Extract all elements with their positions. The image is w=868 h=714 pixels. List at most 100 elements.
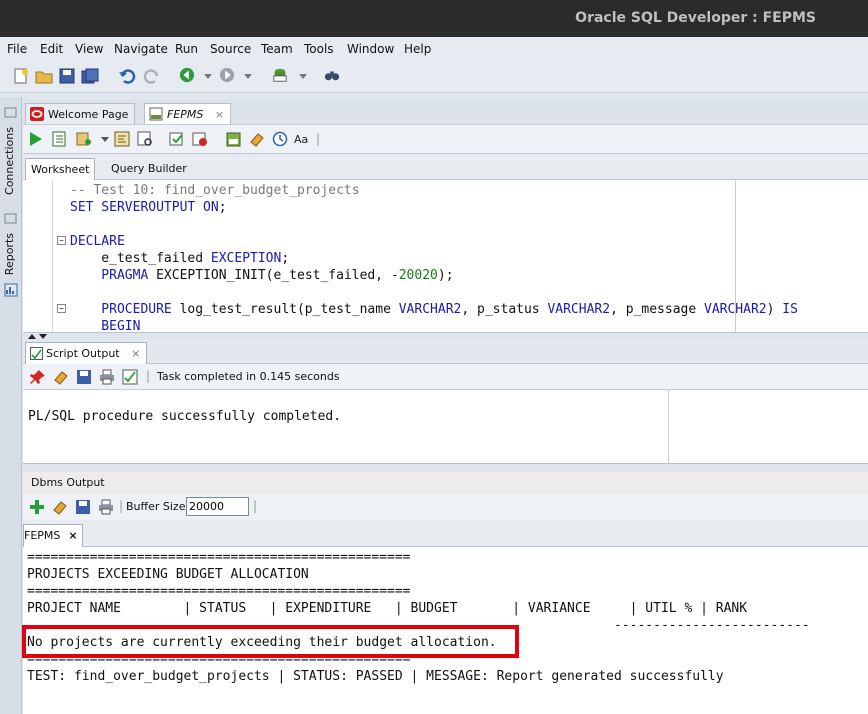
save-icon[interactable] <box>74 499 92 515</box>
print-icon[interactable] <box>98 369 116 385</box>
code-line-6: PRAGMA EXCEPTION_INIT(e_test_failed, -20… <box>70 268 454 283</box>
worksheet-toolbar: Aa | <box>23 124 868 154</box>
menu-tools[interactable]: Tools <box>304 42 334 56</box>
code-line-4: DECLARE <box>70 234 125 249</box>
restore-panel-icon[interactable] <box>4 213 17 224</box>
close-tab-icon[interactable]: × <box>68 529 77 542</box>
code-line-5: e_test_failed EXCEPTION; <box>70 251 290 266</box>
tab-label: FEPMS <box>167 108 204 121</box>
close-tab-icon[interactable]: × <box>215 108 224 121</box>
binoculars-icon[interactable] <box>323 67 341 83</box>
editor-gutter <box>23 180 53 332</box>
undo-icon[interactable] <box>118 68 136 84</box>
clock-history-icon[interactable] <box>271 131 289 147</box>
clear-eraser-icon[interactable] <box>51 499 69 515</box>
code-line-1: -- Test 10: find_over_budget_projects <box>70 183 360 198</box>
script-output-toolbar: | Task completed in 0.145 seconds <box>23 364 868 390</box>
save-all-icon[interactable] <box>81 68 99 84</box>
back-dropdown-icon[interactable] <box>199 68 217 84</box>
tab-label: FEPMS <box>24 529 61 542</box>
sql-dropdown-icon[interactable] <box>294 68 312 84</box>
new-file-icon[interactable] <box>12 68 30 84</box>
dbms-output-toolbar: | Buffer Size: | <box>23 494 868 520</box>
window-title: Oracle SQL Developer : FEPMS <box>575 10 816 26</box>
sql-editor[interactable]: -- Test 10: find_over_budget_projects SE… <box>23 180 868 332</box>
sql-worksheet-icon <box>149 107 163 121</box>
output-heading-line: PROJECTS EXCEEDING BUDGET ALLOCATION <box>27 567 309 582</box>
add-connection-icon[interactable] <box>28 499 46 515</box>
output-result-line: TEST: find_over_budget_projects | STATUS… <box>27 669 724 684</box>
reports-tab[interactable]: Reports <box>3 233 16 275</box>
script-output-area[interactable]: PL/SQL procedure successfully completed. <box>23 390 868 464</box>
autotrace-icon[interactable] <box>75 131 93 147</box>
fold-toggle-icon[interactable] <box>57 236 66 245</box>
explain-plan-icon[interactable] <box>113 131 131 147</box>
forward-icon[interactable] <box>218 67 236 83</box>
reports-icon[interactable] <box>3 282 19 298</box>
run-statement-icon[interactable] <box>27 131 45 147</box>
tab-query-builder[interactable]: Query Builder <box>106 158 192 180</box>
code-line-8: PROCEDURE log_test_result(p_test_name VA… <box>70 302 798 317</box>
sql-tuning-icon[interactable] <box>136 131 154 147</box>
menu-team[interactable]: Team <box>261 42 293 56</box>
script-output-icon[interactable] <box>121 369 139 385</box>
sql-worksheet-icon[interactable] <box>271 67 289 83</box>
left-side-panel: Connections Reports <box>0 97 22 714</box>
format-case-icon[interactable]: Aa <box>294 131 312 147</box>
menu-edit[interactable]: Edit <box>40 42 63 56</box>
restore-panel-icon[interactable] <box>4 107 17 118</box>
run-script-icon[interactable] <box>50 131 68 147</box>
menu-source[interactable]: Source <box>210 42 251 56</box>
editor-output-splitter[interactable] <box>23 332 868 340</box>
buffer-size-label: Buffer Size: <box>126 500 190 513</box>
code-line-2: SET SERVEROUTPUT ON; <box>70 200 227 215</box>
right-margin-line <box>668 390 669 464</box>
tab-worksheet[interactable]: Worksheet <box>25 158 96 180</box>
oracle-logo-icon <box>30 107 44 121</box>
connections-tab[interactable]: Connections <box>3 127 16 195</box>
menu-window[interactable]: Window <box>347 42 394 56</box>
menu-run[interactable]: Run <box>175 42 198 56</box>
print-icon[interactable] <box>97 499 115 515</box>
back-icon[interactable] <box>178 67 196 83</box>
task-status-text: Task completed in 0.145 seconds <box>157 370 340 383</box>
output-rule-line: ========================================… <box>27 584 411 599</box>
menu-file[interactable]: File <box>7 42 27 56</box>
script-output-icon <box>30 347 43 360</box>
sql-history-icon[interactable] <box>225 131 243 147</box>
splitter-arrows-icon[interactable] <box>27 333 49 340</box>
dbms-output-tab-bar: FEPMS × <box>23 520 868 547</box>
toolbar-separator: | <box>146 369 151 383</box>
forward-dropdown-icon[interactable] <box>239 68 257 84</box>
svg-text:Aa: Aa <box>294 133 308 146</box>
close-tab-icon[interactable]: × <box>131 347 140 360</box>
output-rule-line: ========================================… <box>27 550 411 565</box>
dropdown-icon[interactable] <box>96 131 114 147</box>
script-output-tab-bar: Script Output × <box>23 340 868 364</box>
dbms-output-header: Dbms Output <box>23 472 868 494</box>
open-folder-icon[interactable] <box>35 68 53 84</box>
toolbar-separator: | <box>316 132 321 146</box>
tab-dbms-fepms[interactable]: FEPMS × <box>23 524 83 547</box>
commit-icon[interactable] <box>168 131 186 147</box>
document-tab-bar: Welcome Page FEPMS × <box>23 100 868 125</box>
tab-welcome-page[interactable]: Welcome Page <box>25 103 136 125</box>
menu-navigate[interactable]: Navigate <box>114 42 168 56</box>
menu-help[interactable]: Help <box>404 42 431 56</box>
toolbar-separator: | <box>119 499 124 513</box>
redo-icon <box>143 69 159 84</box>
menu-view[interactable]: View <box>75 42 103 56</box>
buffer-size-input[interactable] <box>186 497 249 516</box>
tab-label: Welcome Page <box>48 108 129 121</box>
clear-eraser-icon[interactable] <box>52 369 70 385</box>
title-bar: Oracle SQL Developer : FEPMS <box>0 0 868 37</box>
tab-label: Script Output <box>46 347 120 360</box>
save-icon[interactable] <box>75 369 93 385</box>
clear-eraser-icon[interactable] <box>248 131 266 147</box>
tab-script-output[interactable]: Script Output × <box>25 342 148 364</box>
fold-toggle-icon[interactable] <box>57 304 66 313</box>
pin-icon[interactable] <box>29 369 47 385</box>
save-icon[interactable] <box>58 68 76 84</box>
tab-fepms[interactable]: FEPMS × <box>144 103 232 125</box>
rollback-icon[interactable] <box>191 131 209 147</box>
